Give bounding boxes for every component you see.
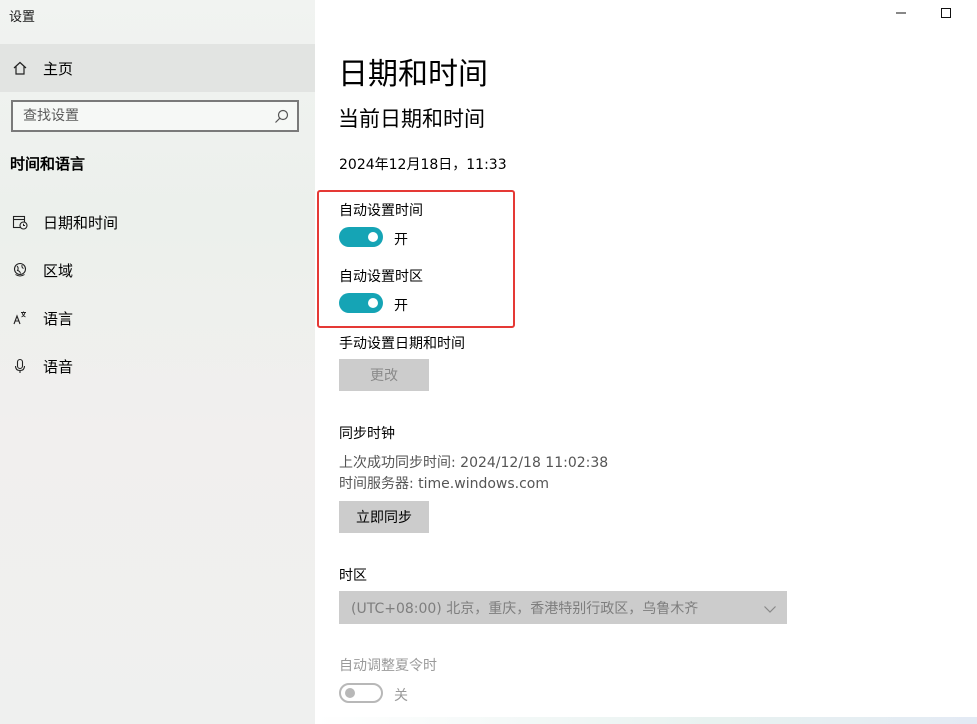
- sync-now-button[interactable]: 立即同步: [339, 501, 429, 533]
- sync-clock-label: 同步时钟: [339, 426, 395, 442]
- toggle-knob: [368, 298, 378, 308]
- sidebar: 设置 主页 时间和语言 日期和时间 区域 语言 语音: [0, 0, 315, 724]
- chevron-down-icon: [763, 601, 777, 615]
- calendar-clock-icon: [12, 214, 28, 230]
- sidebar-item-region[interactable]: 区域: [0, 250, 315, 290]
- auto-time-label: 自动设置时间: [339, 203, 423, 219]
- globe-icon: [12, 262, 28, 278]
- sidebar-item-speech[interactable]: 语音: [0, 346, 315, 386]
- search-box[interactable]: [11, 100, 299, 132]
- sidebar-item-label: 语言: [43, 309, 74, 328]
- section-header: 时间和语言: [10, 155, 86, 173]
- auto-timezone-state: 开: [394, 298, 408, 314]
- language-icon: [12, 310, 28, 326]
- time-server-text: 时间服务器: time.windows.com: [339, 476, 550, 492]
- timezone-value: (UTC+08:00) 北京，重庆，香港特别行政区，乌鲁木齐: [351, 600, 699, 617]
- search-icon[interactable]: [274, 109, 289, 124]
- manual-datetime-label: 手动设置日期和时间: [339, 336, 465, 352]
- sidebar-item-label: 日期和时间: [43, 213, 119, 232]
- toggle-knob: [345, 688, 355, 698]
- maximize-button[interactable]: [937, 4, 955, 22]
- dst-toggle[interactable]: [339, 683, 383, 703]
- sidebar-item-label: 语音: [43, 357, 74, 376]
- timezone-label: 时区: [339, 568, 367, 584]
- auto-time-state: 开: [394, 232, 408, 248]
- sidebar-item-datetime[interactable]: 日期和时间: [0, 202, 315, 242]
- change-button[interactable]: 更改: [339, 359, 429, 391]
- auto-timezone-label: 自动设置时区: [339, 269, 423, 285]
- app-title: 设置: [9, 10, 36, 25]
- home-icon: [12, 60, 28, 76]
- timezone-select[interactable]: (UTC+08:00) 北京，重庆，香港特别行政区，乌鲁木齐: [339, 591, 787, 624]
- sidebar-item-home[interactable]: 主页: [0, 44, 315, 92]
- toggle-knob: [368, 232, 378, 242]
- auto-timezone-toggle[interactable]: [339, 293, 383, 313]
- sidebar-item-label: 主页: [43, 59, 74, 78]
- dst-label: 自动调整夏令时: [339, 658, 437, 674]
- minimize-button[interactable]: [892, 4, 910, 22]
- bottom-edge: [315, 717, 977, 724]
- sidebar-item-language[interactable]: 语言: [0, 298, 315, 338]
- last-sync-text: 上次成功同步时间: 2024/12/18 11:02:38: [339, 455, 609, 471]
- search-input[interactable]: [23, 108, 253, 124]
- microphone-icon: [12, 358, 28, 374]
- sidebar-item-label: 区域: [43, 261, 74, 280]
- page-title: 日期和时间: [338, 57, 488, 92]
- section-title: 当前日期和时间: [338, 107, 485, 131]
- auto-time-toggle[interactable]: [339, 227, 383, 247]
- dst-state: 关: [394, 688, 408, 704]
- current-datetime: 2024年12月18日，11:33: [339, 157, 507, 173]
